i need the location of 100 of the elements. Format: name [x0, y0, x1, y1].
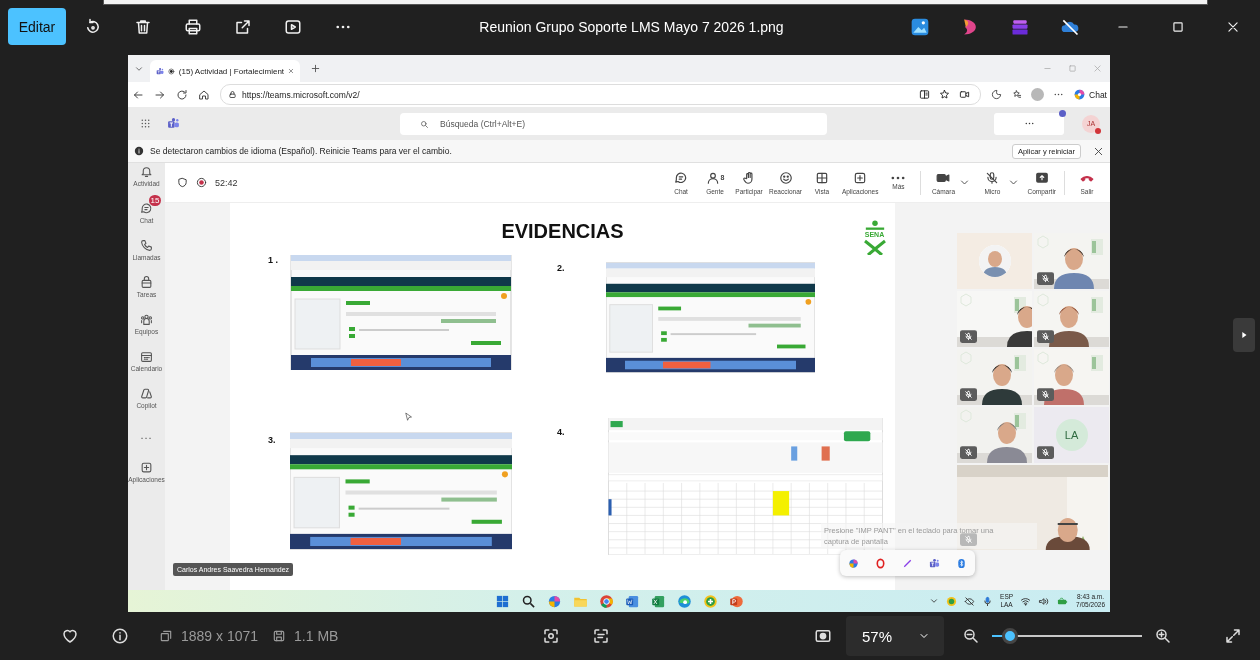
home-icon[interactable]	[198, 88, 210, 101]
round-browser-icon[interactable]	[598, 593, 614, 609]
search-icon[interactable]	[520, 593, 536, 609]
refresh-icon[interactable]	[176, 88, 188, 101]
plus-circle-app-icon[interactable]	[702, 593, 718, 609]
ring-app-icon[interactable]	[875, 557, 886, 569]
cursor-icon	[404, 411, 414, 423]
zoom-slider[interactable]	[992, 628, 1142, 644]
search-field[interactable]: Búsqueda (Ctrl+Alt+E)	[400, 112, 827, 135]
microphone-icon[interactable]	[982, 595, 994, 607]
dimensions-icon	[159, 629, 173, 643]
delete-icon[interactable]	[134, 17, 152, 36]
rail-item[interactable]: ...	[128, 416, 165, 453]
team-app-icon	[156, 65, 165, 77]
forward-icon[interactable]	[154, 88, 166, 101]
next-image-button[interactable]	[1233, 318, 1255, 352]
extension-icon[interactable]	[991, 89, 1003, 100]
lock-icon	[228, 90, 237, 99]
share-tray-icon	[1034, 170, 1049, 185]
favorites-list-icon[interactable]	[1011, 89, 1023, 100]
split-view-icon[interactable]	[919, 89, 931, 100]
plus-circle-app-icon[interactable]	[946, 595, 958, 607]
wifi-icon[interactable]	[1020, 595, 1032, 607]
document-app-icon[interactable]	[624, 593, 640, 609]
shield-icon	[177, 177, 188, 188]
chevron-up-icon[interactable]	[929, 596, 940, 606]
people-icon	[140, 312, 153, 326]
bell-icon	[140, 164, 153, 178]
add-app-icon	[140, 460, 153, 474]
start-icon[interactable]	[494, 593, 510, 609]
swirl-app-icon[interactable]	[546, 593, 562, 609]
next-icon[interactable]	[1239, 330, 1249, 340]
chevron-logo-icon	[862, 239, 887, 255]
add-app-icon	[853, 170, 868, 185]
visual-search-icon[interactable]	[542, 627, 561, 645]
record-icon	[168, 66, 175, 76]
mic-off-icon	[985, 170, 1000, 185]
presentation-app-icon[interactable]	[728, 593, 744, 609]
search-icon	[420, 119, 429, 129]
zoom-dropdown[interactable]: 57%	[846, 616, 944, 656]
tab-title: (15) Actividad | Fortalecimient	[178, 66, 285, 76]
slideshow-icon[interactable]	[284, 17, 302, 36]
recording-icon	[196, 177, 207, 188]
back-icon[interactable]	[132, 88, 144, 101]
person-logo-icon	[863, 219, 886, 231]
smiley-icon	[778, 170, 793, 185]
favorite-icon[interactable]	[61, 627, 79, 645]
slide-title: EVIDENCIAS	[501, 219, 624, 244]
browser-tab[interactable]: (15) Actividad | Fortalecimient	[150, 60, 300, 82]
participant-initials: LA	[1055, 419, 1088, 451]
person-icon	[705, 170, 720, 185]
file-size: 1.1 MB	[294, 628, 339, 644]
notice-message: Se detectaron cambios de idioma (Español). Reinicie Teams para ver el cambio.	[150, 146, 453, 156]
info-icon	[134, 146, 144, 156]
maximize-icon[interactable]	[1170, 19, 1185, 34]
more-icon	[891, 175, 906, 180]
wave-browser-icon[interactable]	[676, 593, 692, 609]
address-field[interactable]: https://teams.microsoft.com/v2/	[220, 84, 982, 105]
close-icon[interactable]	[1093, 145, 1104, 157]
info-icon[interactable]	[111, 627, 129, 645]
item-number: 3.	[267, 434, 277, 445]
swirl-app-icon	[1073, 88, 1087, 101]
copilot-chat-button[interactable]: Chat	[1073, 88, 1107, 101]
item-number: 2.	[556, 262, 566, 273]
share-icon[interactable]	[234, 17, 252, 36]
favorite-icon[interactable]	[939, 89, 951, 100]
chat-icon	[674, 170, 689, 185]
grid-view-icon	[814, 170, 829, 185]
battery-icon[interactable]	[1056, 595, 1070, 607]
window-title: Reunion Grupo Soporte LMS Mayo 7 2026 1.png	[478, 18, 785, 35]
fit-icon[interactable]	[814, 627, 832, 645]
phone-icon	[140, 238, 153, 252]
print-icon[interactable]	[184, 17, 202, 36]
text-scan-icon[interactable]	[592, 627, 611, 645]
full-screen-icon[interactable]	[1224, 627, 1242, 645]
close-icon[interactable]	[1225, 19, 1240, 34]
volume-icon[interactable]	[1038, 595, 1050, 607]
new-tab-icon[interactable]	[310, 63, 321, 74]
item-number: 1 .	[267, 255, 279, 265]
eye-off-icon[interactable]	[964, 595, 976, 607]
team-app-icon[interactable]	[929, 557, 940, 569]
notification-badge: 15	[149, 195, 161, 206]
spreadsheet-app-icon[interactable]	[650, 593, 666, 609]
app-grid-icon[interactable]	[140, 118, 151, 129]
bag-icon	[140, 275, 153, 289]
zoom-in-icon[interactable]	[1154, 627, 1172, 645]
video-icon[interactable]	[959, 89, 971, 100]
rotate-icon[interactable]	[84, 17, 102, 36]
zoom-out-icon[interactable]	[962, 627, 980, 645]
bluetooth-icon[interactable]	[956, 557, 967, 569]
image-app-icon[interactable]	[910, 16, 930, 37]
copilot-icon	[140, 386, 153, 400]
notification-dot	[1059, 109, 1066, 117]
chat-icon	[140, 201, 153, 215]
edit-button[interactable]: Editar	[8, 8, 66, 45]
team-app-icon[interactable]	[167, 117, 180, 130]
pen-icon[interactable]	[902, 557, 913, 569]
meeting-timer: 52:42	[215, 177, 238, 188]
slider-thumb[interactable]	[1002, 628, 1018, 644]
swirl-app-icon[interactable]	[848, 557, 859, 569]
